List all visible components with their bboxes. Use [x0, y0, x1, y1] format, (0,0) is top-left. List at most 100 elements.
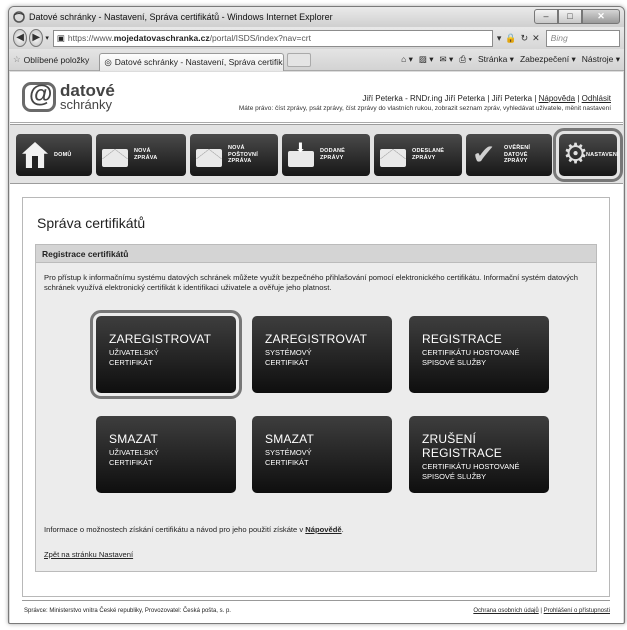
favorites-star-icon[interactable]: ☆ — [13, 54, 21, 65]
button-subtitle: CERTIFIKÁTU HOSTOVANÉ SPISOVÉ SLUŽBY — [422, 348, 520, 367]
navigation-bar: ◀ ▶ ▾ ▣ https://www. mojedatovaschranka.c… — [9, 27, 624, 49]
house-icon — [22, 142, 48, 168]
footer-divider — [22, 600, 610, 601]
back-to-settings-link[interactable]: Zpět na stránku Nastavení — [44, 550, 133, 559]
page-icon: ▣ — [56, 32, 65, 43]
tools-menu[interactable]: Nástroje ▾ — [582, 54, 620, 65]
button-subtitle: SYSTÉMOVÝ CERTIFIKÁT — [265, 348, 312, 367]
button-title: ZAREGISTROVAT — [109, 332, 212, 346]
menu-delivered-messages[interactable]: DODANÉ ZPRÁVY — [282, 134, 370, 176]
tab-favicon-icon: ◎ — [104, 56, 112, 67]
security-menu[interactable]: Zabezpečení ▾ — [520, 54, 576, 65]
menu-label-settings: NASTAVENÍ — [586, 151, 619, 158]
register-user-certificate-button[interactable]: ZAREGISTROVAT UŽIVATELSKÝ CERTIFIKÁT — [90, 310, 242, 399]
site-header: datové schránky Jiří Peterka - RNDr.ing … — [10, 72, 623, 127]
favorites-label[interactable]: Oblíbené položky — [24, 55, 90, 65]
forward-button[interactable]: ▶ — [29, 29, 44, 47]
history-dropdown-icon[interactable]: ▾ — [45, 34, 49, 42]
envelope-open-icon — [196, 148, 222, 167]
menu-label-home: DOMŮ — [54, 151, 72, 158]
feeds-icon[interactable]: ▨ ▾ — [419, 54, 434, 65]
envelope-icon — [102, 148, 128, 167]
active-tab[interactable]: ◎ Datové schránky - Nastavení, Správa ce… — [99, 52, 285, 71]
header-divider — [10, 122, 623, 123]
maximize-button[interactable]: □ — [558, 9, 582, 24]
menu-verify-message[interactable]: OVĚŘENÍ DATOVÉ ZPRÁVY — [466, 134, 552, 176]
checkmark-icon — [472, 138, 498, 171]
lock-icon[interactable]: 🔒 — [505, 33, 516, 44]
new-tab-button[interactable] — [287, 52, 312, 67]
menu-label-sent: ODESLANÉ ZPRÁVY — [412, 148, 445, 161]
help-info-link[interactable]: Nápovědě — [305, 525, 341, 534]
main-menu: DOMŮ NOVÁ ZPRÁVA NOVÁ POŠTOVNÍ ZPRÁVA DO… — [10, 124, 623, 184]
favorites-bar: ☆ Oblíbené položky ◎ Datové schránky - N… — [9, 49, 624, 71]
cancel-hosted-filing-registration-button[interactable]: ZRUŠENÍ REGISTRACE CERTIFIKÁTU HOSTOVANÉ… — [409, 416, 549, 493]
minimize-button[interactable]: – — [534, 9, 558, 24]
search-input[interactable]: Bing — [545, 29, 621, 47]
button-subtitle: CERTIFIKÁTU HOSTOVANÉ SPISOVÉ SLUŽBY — [422, 462, 520, 481]
panel-heading: Registrace certifikátů — [36, 245, 596, 263]
privacy-link[interactable]: Ochrana osobních údajů — [473, 608, 538, 614]
back-button[interactable]: ◀ — [13, 29, 28, 47]
menu-new-postal-message[interactable]: NOVÁ POŠTOVNÍ ZPRÁVA — [190, 134, 278, 176]
site-logo[interactable]: datové schránky — [22, 81, 115, 112]
help-info: Informace o možnostech získání certifiká… — [44, 525, 344, 534]
refresh-icon[interactable]: ↻ — [521, 33, 529, 44]
address-path: /portal/ISDS/index?nav=crt — [209, 33, 311, 43]
accessibility-link[interactable]: Prohlášení o přístupnosti — [544, 608, 610, 614]
page-menu[interactable]: Stránka ▾ — [478, 54, 514, 65]
at-sign-logo-icon — [22, 81, 56, 112]
button-title: ZRUŠENÍ REGISTRACE — [422, 432, 503, 460]
gear-icon — [563, 137, 588, 170]
site-footer: Správce: Ministerstvo vnitra České repub… — [24, 608, 610, 614]
register-hosted-filing-certificate-button[interactable]: REGISTRACE CERTIFIKÁTU HOSTOVANÉ SPISOVÉ… — [409, 316, 549, 393]
ie-logo-icon — [13, 11, 25, 23]
menu-settings[interactable]: NASTAVENÍ — [553, 128, 623, 182]
logout-link[interactable]: Odhlásit — [582, 94, 611, 103]
button-title: SMAZAT — [265, 432, 314, 446]
footer-operator-text: Správce: Ministerstvo vnitra České repub… — [24, 608, 231, 614]
certificate-panel: Registrace certifikátů Pro přístup k inf… — [35, 244, 597, 572]
sent-envelope-icon — [380, 148, 406, 167]
user-name: Jiří Peterka - RNDr.ing Jiří Peterka | J… — [362, 94, 539, 103]
tab-title: Datové schránky - Nastavení, Správa cert… — [114, 57, 285, 67]
browser-window: Datové schránky - Nastavení, Správa cert… — [8, 6, 625, 624]
menu-sent-messages[interactable]: ODESLANÉ ZPRÁVY — [374, 134, 462, 176]
address-bar[interactable]: ▣ https://www. mojedatovaschranka.cz/port… — [52, 29, 493, 47]
user-rights: Máte právo: číst zprávy, psát zprávy, čí… — [238, 105, 611, 112]
button-subtitle: SYSTÉMOVÝ CERTIFIKÁT — [265, 448, 312, 467]
menu-label-new-message: NOVÁ ZPRÁVA — [134, 148, 158, 161]
title-bar: Datové schránky - Nastavení, Správa cert… — [9, 7, 624, 27]
mail-icon[interactable]: ✉ ▾ — [440, 54, 454, 65]
menu-new-message[interactable]: NOVÁ ZPRÁVA — [96, 134, 186, 176]
user-info: Jiří Peterka - RNDr.ing Jiří Peterka | J… — [362, 94, 611, 103]
delete-system-certificate-button[interactable]: SMAZAT SYSTÉMOVÝ CERTIFIKÁT — [252, 416, 392, 493]
button-subtitle: UŽIVATELSKÝ CERTIFIKÁT — [109, 448, 159, 467]
web-page: datové schránky Jiří Peterka - RNDr.ing … — [10, 72, 623, 623]
help-link[interactable]: Nápověda — [539, 94, 575, 103]
button-subtitle: UŽIVATELSKÝ CERTIFIKÁT — [109, 348, 159, 367]
stop-icon[interactable]: ✕ — [532, 33, 540, 44]
inbox-download-icon — [288, 140, 314, 167]
button-title: ZAREGISTROVAT — [265, 332, 368, 346]
logo-line-2: schránky — [60, 96, 113, 112]
intro-text: Pro přístup k informačnímu systému datov… — [44, 273, 578, 292]
register-system-certificate-button[interactable]: ZAREGISTROVAT SYSTÉMOVÝ CERTIFIKÁT — [252, 316, 392, 393]
home-icon[interactable]: ⌂ ▾ — [401, 54, 413, 65]
address-dropdown-icon[interactable]: ▾ — [497, 33, 502, 44]
menu-home[interactable]: DOMŮ — [16, 134, 92, 176]
help-info-text: Informace o možnostech získání certifiká… — [44, 525, 306, 534]
delete-user-certificate-button[interactable]: SMAZAT UŽIVATELSKÝ CERTIFIKÁT — [96, 416, 236, 493]
address-prefix: https://www. — [67, 33, 114, 43]
button-title: SMAZAT — [109, 432, 158, 446]
menu-label-verify: OVĚŘENÍ DATOVÉ ZPRÁVY — [504, 145, 531, 165]
print-icon[interactable]: ⎙ ▾ — [459, 54, 472, 65]
help-info-end: . — [341, 525, 344, 534]
bing-search-placeholder: Bing — [550, 33, 568, 43]
button-title: REGISTRACE — [422, 332, 503, 346]
close-window-button[interactable]: ✕ — [582, 9, 620, 24]
page-title: Správa certifikátů — [37, 215, 146, 231]
menu-label-new-postal-message: NOVÁ POŠTOVNÍ ZPRÁVA — [228, 145, 258, 165]
window-title: Datové schránky - Nastavení, Správa cert… — [29, 12, 333, 22]
main-content: Správa certifikátů Registrace certifikát… — [22, 197, 610, 597]
